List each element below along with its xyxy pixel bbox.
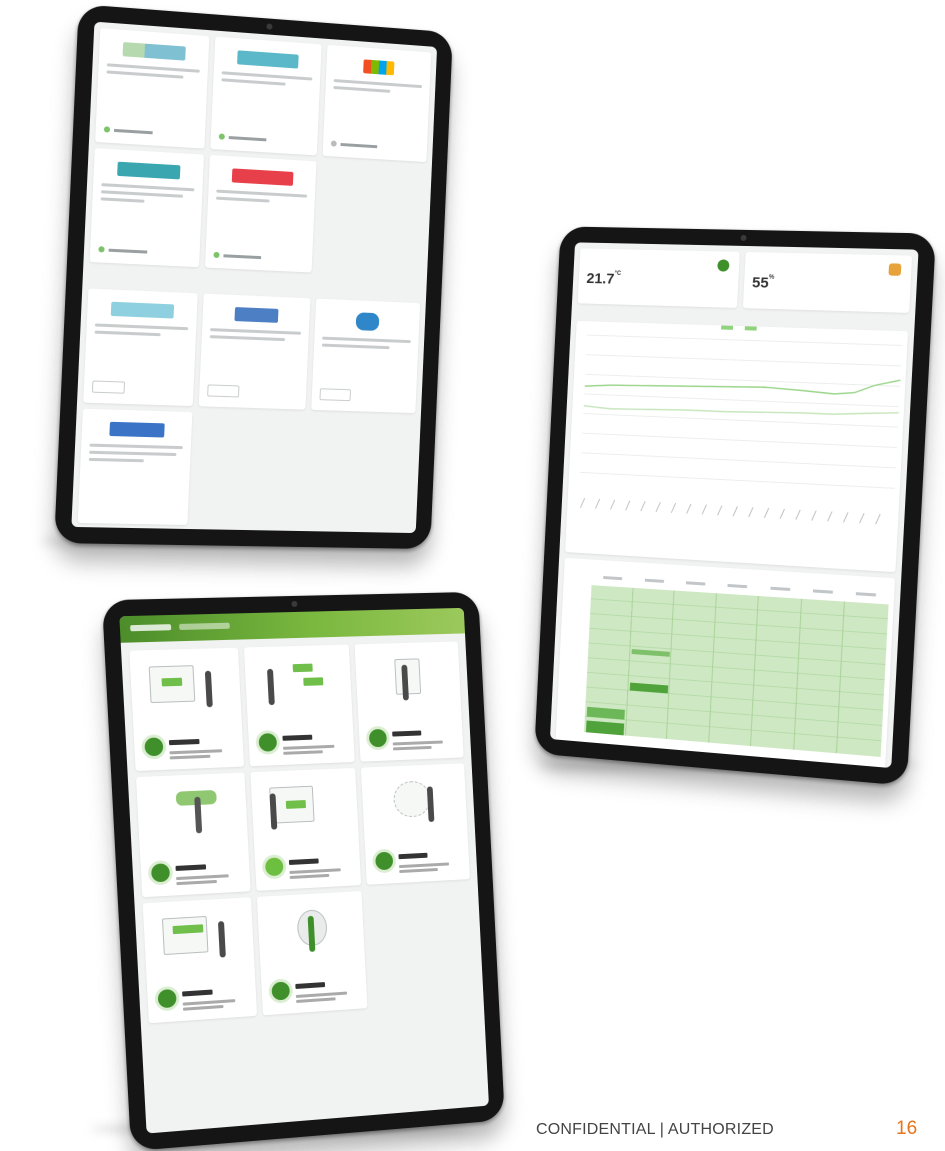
status-dot-icon	[103, 126, 111, 133]
tile-settings[interactable]	[142, 897, 257, 1024]
tablet-integrations	[54, 4, 453, 550]
energy-logo	[236, 50, 300, 69]
breadcrumb[interactable]	[179, 622, 230, 631]
status-dot-icon	[218, 133, 225, 140]
devices-illustration	[379, 774, 450, 834]
tile-dashboards[interactable]	[129, 647, 244, 772]
status-dot-icon	[98, 246, 105, 253]
integration-logo	[109, 421, 165, 438]
available-integrations-grid	[71, 282, 426, 533]
devices-icon	[375, 851, 394, 871]
humidity-card: 55%	[742, 252, 913, 313]
integration-card-microsoft[interactable]	[322, 44, 432, 163]
temperature-value: 21.7°C	[586, 270, 622, 288]
dashboard-icon	[144, 737, 164, 757]
reports-icon	[258, 733, 277, 752]
tablet-main-menu	[101, 591, 505, 1151]
integration-card-twilio[interactable]	[204, 154, 317, 273]
integration-card-cloud[interactable]	[311, 298, 421, 414]
series-line-upper	[585, 368, 901, 398]
usage-heatmap-panel	[554, 557, 896, 769]
integrations-icon	[264, 857, 284, 877]
cloud-icon	[355, 312, 380, 331]
thermometer-icon	[717, 259, 730, 272]
camera-dot	[291, 600, 298, 608]
integration-card-b[interactable]	[198, 293, 311, 410]
dashboard-illustration	[148, 658, 223, 719]
integration-card-energy[interactable]	[210, 36, 322, 156]
status-dot-icon	[330, 140, 337, 147]
integration-card-d[interactable]	[77, 408, 193, 525]
connect-button[interactable]	[207, 384, 240, 398]
series-line-lower	[584, 400, 899, 421]
page-number: 16	[896, 1118, 918, 1139]
tile-topology[interactable]	[136, 772, 251, 898]
integrations-grid	[83, 22, 437, 284]
settings-icon	[157, 988, 177, 1009]
integration-card-meraki[interactable]	[95, 28, 210, 149]
tablet-dashboard: 21.7°C 55%	[534, 226, 936, 786]
success-portal-icon	[270, 981, 290, 1001]
integration-card-siemens[interactable]	[89, 148, 205, 268]
kpi-row: 21.7°C 55%	[572, 242, 919, 319]
integrations-screen	[71, 21, 438, 534]
usage-heatmap	[556, 576, 895, 757]
topology-icon	[150, 863, 171, 883]
alerts-icon	[369, 728, 388, 748]
twilio-logo	[231, 168, 294, 186]
confidential-footer: CONFIDENTIAL | AUTHORIZED	[536, 1121, 774, 1138]
app-logo	[130, 624, 172, 632]
humidity-icon	[888, 263, 902, 276]
meraki-logo	[122, 42, 187, 61]
reports-illustration	[262, 655, 335, 715]
humidity-value: 55%	[751, 274, 775, 292]
integration-logo	[234, 307, 279, 323]
connect-button[interactable]	[319, 388, 352, 402]
topology-illustration	[155, 783, 230, 845]
success-portal-illustration	[275, 902, 348, 964]
temperature-line-chart	[567, 325, 908, 529]
settings-illustration	[161, 908, 236, 971]
tile-alerts[interactable]	[354, 641, 464, 762]
alerts-illustration	[373, 652, 444, 712]
integration-logo	[110, 301, 175, 319]
camera-dot	[740, 234, 747, 241]
menu-screen	[119, 607, 489, 1134]
camera-dot	[266, 23, 273, 30]
siemens-logo	[116, 161, 181, 180]
module-tiles	[121, 633, 484, 1032]
integration-card-a[interactable]	[83, 288, 198, 407]
tile-integrations[interactable]	[250, 767, 362, 891]
tile-success-portal[interactable]	[256, 891, 368, 1016]
connect-button[interactable]	[91, 380, 126, 394]
tile-reports[interactable]	[243, 644, 356, 767]
status-dot-icon	[213, 251, 220, 259]
dashboard-screen: 21.7°C 55%	[549, 242, 919, 769]
tile-devices[interactable]	[361, 763, 470, 885]
integrations-illustration	[268, 779, 342, 840]
temperature-card: 21.7°C	[577, 248, 740, 308]
microsoft-logo	[362, 59, 395, 76]
temperature-chart-panel	[565, 320, 909, 573]
